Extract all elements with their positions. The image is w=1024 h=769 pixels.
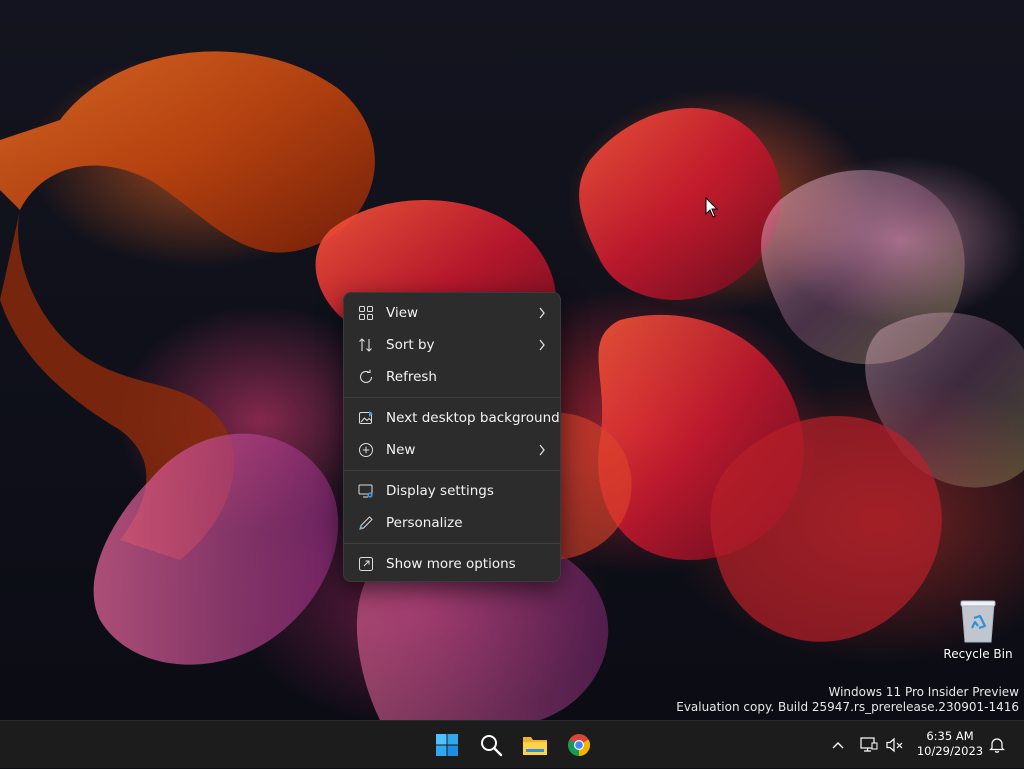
clock-date: 10/29/2023 (916, 744, 984, 758)
menu-item-new[interactable]: New (344, 434, 560, 466)
menu-item-view[interactable]: View (344, 297, 560, 329)
picture-icon (359, 411, 373, 424)
menu-item-label: Personalize (386, 515, 463, 531)
search-button[interactable] (472, 721, 510, 769)
desktop-context-menu: View Sort by Refresh Next desktop backgr… (343, 292, 561, 582)
file-explorer-icon (523, 737, 547, 755)
network-icon (860, 737, 878, 752)
start-button[interactable] (428, 721, 466, 769)
plus-circle-icon (359, 443, 373, 457)
search-icon (481, 735, 503, 757)
chrome-icon (568, 734, 590, 756)
chevron-right-icon (539, 307, 545, 319)
volume-muted-icon (886, 737, 903, 753)
clock-time: 6:35 AM (926, 729, 974, 743)
menu-item-label: Display settings (386, 483, 494, 499)
sort-arrows-icon (359, 338, 372, 352)
menu-item-personalize[interactable]: Personalize (344, 507, 560, 539)
display-settings-icon (358, 484, 373, 498)
chrome-button[interactable] (560, 721, 598, 769)
menu-separator (344, 397, 560, 398)
menu-item-label: New (386, 442, 416, 458)
evaluation-watermark: Windows 11 Pro Insider Preview Evaluatio… (676, 685, 1019, 715)
volume-button[interactable] (884, 721, 906, 769)
chevron-up-icon (832, 742, 844, 749)
watermark-build: Evaluation copy. Build 25947.rs_prerelea… (676, 700, 1019, 714)
start-icon (436, 734, 458, 756)
bell-icon (989, 738, 1005, 753)
recycle-bin-icon (960, 600, 996, 643)
taskbar-clock[interactable]: 6:35 AM 10/29/2023 (912, 729, 988, 759)
taskbar: 6:35 AM 10/29/2023 (0, 720, 1024, 768)
mouse-cursor-icon (705, 197, 719, 218)
watermark-edition: Windows 11 Pro Insider Preview (828, 685, 1019, 699)
menu-item-label: Sort by (386, 337, 435, 353)
grid-icon (359, 306, 373, 320)
menu-item-next-desktop-background[interactable]: Next desktop background (344, 402, 560, 434)
chevron-right-icon (539, 444, 545, 456)
menu-item-label: View (386, 305, 419, 321)
menu-item-label: Refresh (386, 369, 437, 385)
pen-icon (359, 516, 373, 530)
recycle-bin-desktop-icon[interactable]: Recycle Bin (940, 596, 1016, 664)
desktop[interactable]: View Sort by Refresh Next desktop backgr… (0, 0, 1024, 720)
notifications-button[interactable] (986, 721, 1008, 769)
menu-item-sort-by[interactable]: Sort by (344, 329, 560, 361)
chevron-right-icon (539, 339, 545, 351)
menu-separator (344, 543, 560, 544)
refresh-icon (359, 369, 373, 383)
recycle-bin-label: Recycle Bin (943, 647, 1013, 661)
show-hidden-icons-button[interactable] (828, 721, 848, 769)
menu-item-show-more-options[interactable]: Show more options (344, 548, 560, 580)
menu-item-display-settings[interactable]: Display settings (344, 475, 560, 507)
network-button[interactable] (858, 721, 880, 769)
menu-item-label: Next desktop background (386, 410, 560, 426)
menu-item-refresh[interactable]: Refresh (344, 361, 560, 393)
expand-icon (359, 557, 373, 571)
menu-separator (344, 470, 560, 471)
menu-item-label: Show more options (386, 556, 516, 572)
file-explorer-button[interactable] (516, 721, 554, 769)
